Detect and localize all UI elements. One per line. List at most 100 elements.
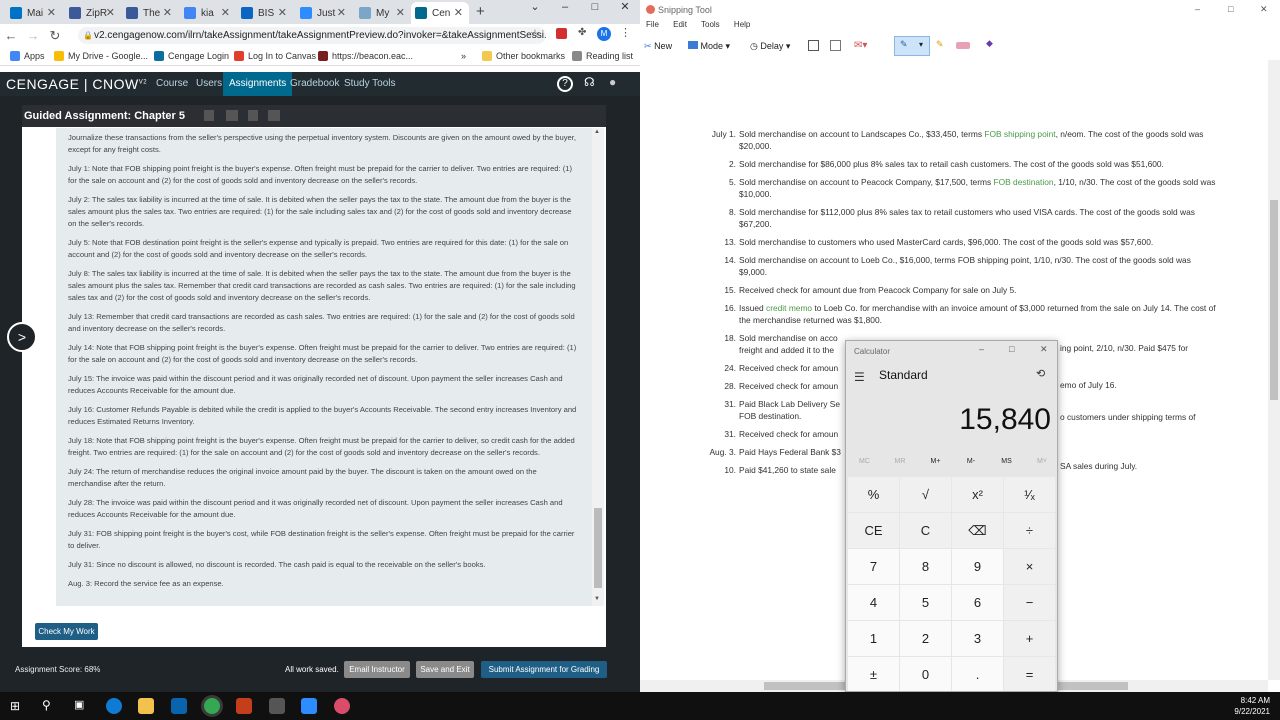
submit-assignment-button[interactable]: Submit Assignment for Grading [481,661,607,678]
hamburger-menu-icon[interactable]: ☰ [854,370,865,384]
back-icon[interactable]: ← [0,28,22,43]
bookmarks-overflow-icon[interactable]: » [461,51,466,61]
memory-key[interactable]: M+ [918,458,953,465]
print-icon[interactable] [204,110,214,121]
send-icon[interactable]: ✉▾ [854,40,867,51]
new-tab-button[interactable]: + [476,3,485,20]
browser-tab[interactable]: ZipR ✕ [65,2,121,24]
calc-key[interactable]: − [1004,585,1055,620]
bookmark-apps[interactable]: Apps [10,51,45,61]
calc-key[interactable]: √ [900,477,951,512]
scrollbar-thumb[interactable] [1270,200,1278,400]
scroll-down-icon[interactable]: ▼ [594,596,600,602]
reload-icon[interactable]: ↻ [44,28,66,44]
forward-icon[interactable]: → [22,28,44,43]
menu-help[interactable]: Help [734,20,750,29]
browser-tab[interactable]: Mai ✕ [6,2,62,24]
next-arrow-icon[interactable]: > [7,322,37,352]
tab-close-icon[interactable]: ✕ [396,6,405,19]
calc-key[interactable]: ⌫ [952,513,1003,548]
tab-close-icon[interactable]: ✕ [106,6,115,19]
calc-key[interactable]: 9 [952,549,1003,584]
save-and-exit-button[interactable]: Save and Exit [416,661,474,678]
calc-key[interactable]: C [900,513,951,548]
edge-icon[interactable] [106,698,122,714]
file-explorer-icon[interactable] [138,698,154,714]
extension-icon[interactable] [556,28,567,39]
browser-tab[interactable]: The ✕ [122,2,178,24]
calc-key[interactable]: ÷ [1004,513,1055,548]
tab-close-icon[interactable]: ✕ [221,6,230,19]
user-icon[interactable]: ● [609,75,616,89]
minimize-icon[interactable]: – [979,344,984,354]
nav-users[interactable]: Users [196,78,222,89]
puzzle-icon[interactable]: ✤ [578,27,586,38]
calc-key[interactable]: 0 [900,657,951,691]
glossary-link[interactable]: FOB destination [994,177,1054,187]
memory-key[interactable]: M- [954,458,989,465]
star-icon[interactable]: ☆ [530,27,540,40]
new-snip-button[interactable]: ✂ New [644,41,672,52]
video-icon[interactable] [226,110,238,121]
outlook-icon[interactable] [171,698,187,714]
browser-tab[interactable]: My ✕ [355,2,411,24]
calc-key[interactable]: 8 [900,549,951,584]
bookmark-canvas[interactable]: Log In to Canvas [234,51,316,61]
maximize-icon[interactable]: □ [580,0,610,14]
close-icon[interactable]: ✕ [610,0,640,14]
nav-course[interactable]: Course [156,78,188,89]
close-icon[interactable]: ✕ [1040,344,1048,355]
calc-key[interactable]: 2 [900,621,951,656]
snip-vertical-scrollbar[interactable] [1268,60,1280,680]
hints-scrollbar[interactable]: ▲ ▼ [592,128,604,606]
help-icon[interactable]: ? [557,76,573,92]
scroll-up-icon[interactable]: ▲ [594,129,600,135]
calc-key[interactable]: x² [952,477,1003,512]
maximize-icon[interactable]: □ [1009,344,1014,354]
paint3d-icon[interactable]: ◆ [986,38,993,49]
minimize-icon[interactable]: – [550,0,580,14]
reading-list[interactable]: Reading list [572,51,633,61]
calculator-icon[interactable] [268,110,280,121]
calc-key[interactable]: CE [848,513,899,548]
browser-tab[interactable]: Just ✕ [296,2,352,24]
delay-button[interactable]: ◷ Delay ▾ [750,41,790,52]
nav-study-tools[interactable]: Study Tools [344,78,396,89]
system-clock[interactable]: 8:42 AM 9/22/2021 [1234,695,1270,717]
headset-icon[interactable]: ☊ [584,75,595,89]
copy-icon[interactable] [830,40,841,51]
calc-key[interactable]: 4 [848,585,899,620]
calc-key[interactable]: 3 [952,621,1003,656]
tab-search-icon[interactable]: ⌄ [520,0,550,14]
calc-key[interactable]: 1 [848,621,899,656]
email-instructor-button[interactable]: Email Instructor [344,661,410,678]
notes-icon[interactable] [248,110,258,121]
minimize-icon[interactable]: – [1195,4,1200,14]
task-view-icon[interactable]: ▣ [74,698,84,711]
tab-close-icon[interactable]: ✕ [278,6,287,19]
address-bar[interactable]: 🔒 v2.cengagenow.com/ilrn/takeAssignment/t… [78,27,546,44]
bookmark-drive[interactable]: My Drive - Google... [54,51,148,61]
pen-button[interactable]: ✎ ▾ [894,36,930,56]
menu-dots-icon[interactable]: ⋮ [620,26,631,39]
chrome-icon[interactable] [204,698,220,714]
memory-key[interactable]: M˅ [1025,458,1058,465]
calc-key[interactable]: 5 [900,585,951,620]
browser-tab[interactable]: kia ✕ [180,2,236,24]
snipping-tool-taskbar-icon[interactable] [334,698,350,714]
tab-close-icon[interactable]: ✕ [337,6,346,19]
bookmark-other[interactable]: Other bookmarks [482,51,565,61]
calc-key[interactable]: = [1004,657,1055,691]
windows-start-icon[interactable]: ⊞ [10,699,20,713]
bookmark-beacon[interactable]: https://beacon.eac... [318,51,413,61]
eraser-icon[interactable] [956,42,970,49]
calc-key[interactable]: 6 [952,585,1003,620]
glossary-link[interactable]: credit memo [766,303,812,313]
mode-button[interactable]: Mode ▾ [688,41,730,52]
profile-avatar[interactable]: M [597,27,611,41]
save-icon[interactable] [808,40,819,51]
memory-key[interactable]: MC [847,458,882,465]
calc-key[interactable]: × [1004,549,1055,584]
powerpoint-icon[interactable] [236,698,252,714]
check-my-work-button[interactable]: Check My Work [35,623,98,640]
